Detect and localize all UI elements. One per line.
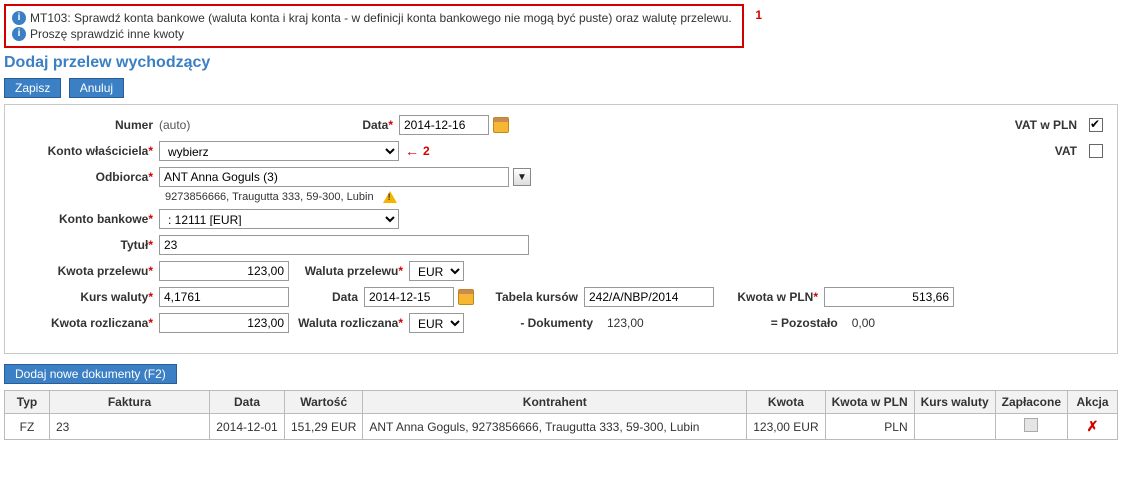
cell-date: 2014-12-01 xyxy=(210,414,285,440)
number-label: Numer xyxy=(19,118,159,132)
documents-value: 123,00 xyxy=(607,316,644,330)
col-type: Typ xyxy=(5,391,50,414)
remaining-value: 0,00 xyxy=(852,316,875,330)
notice-text-1: MT103: Sprawdź konta bankowe (waluta kon… xyxy=(30,10,732,26)
date-label: Data* xyxy=(359,118,399,132)
col-action: Akcja xyxy=(1068,391,1118,414)
amount-pln-input[interactable] xyxy=(824,287,954,307)
page-title: Dodaj przelew wychodzący xyxy=(4,54,1118,72)
vat-pln-checkbox[interactable] xyxy=(1089,118,1103,132)
bank-account-label: Konto bankowe* xyxy=(19,212,159,226)
arrow-left-icon: ← xyxy=(405,143,419,159)
form-panel: Numer (auto) Data* VAT w PLN Konto właśc… xyxy=(4,104,1118,354)
remaining-label: = Pozostało xyxy=(644,316,844,330)
info-icon: i xyxy=(12,27,26,41)
callout-2: 2 xyxy=(423,144,430,158)
date2-label: Data xyxy=(289,290,364,304)
table-row[interactable]: FZ 23 2014-12-01 151,29 EUR ANT Anna Gog… xyxy=(5,414,1118,440)
col-date: Data xyxy=(210,391,285,414)
cell-invoice: 23 xyxy=(50,414,210,440)
rate-table-input[interactable] xyxy=(584,287,714,307)
callout-1: 1 xyxy=(755,8,762,22)
toolbar: Zapisz Anuluj xyxy=(4,78,1118,98)
delete-icon[interactable]: ✗ xyxy=(1087,418,1099,434)
rate-table-label: Tabela kursów xyxy=(474,290,584,304)
date-input[interactable] xyxy=(399,115,489,135)
recipient-label: Odbiorca* xyxy=(19,170,159,184)
title-input[interactable] xyxy=(159,235,529,255)
settled-amount-input[interactable] xyxy=(159,313,289,333)
rate-input[interactable] xyxy=(159,287,289,307)
transfer-amount-label: Kwota przelewu* xyxy=(19,264,159,278)
info-icon: i xyxy=(12,11,26,25)
col-value: Wartość xyxy=(285,391,363,414)
calendar-icon[interactable] xyxy=(458,289,474,305)
date2-input[interactable] xyxy=(364,287,454,307)
transfer-currency-select[interactable]: EUR xyxy=(409,261,464,281)
notice-text-2: Proszę sprawdzić inne kwoty xyxy=(30,26,184,42)
number-value: (auto) xyxy=(159,118,359,132)
warning-icon xyxy=(383,191,397,203)
cell-value: 151,29 EUR xyxy=(285,414,363,440)
notice-box: i MT103: Sprawdź konta bankowe (waluta k… xyxy=(4,4,744,48)
documents-label: - Dokumenty xyxy=(464,316,599,330)
cell-rate xyxy=(914,414,995,440)
cell-paid xyxy=(995,414,1067,440)
settled-currency-select[interactable]: EUR xyxy=(409,313,464,333)
transfer-currency-label: Waluta przelewu* xyxy=(289,264,409,278)
paid-checkbox xyxy=(1024,418,1038,432)
col-amount-pln: Kwota w PLN xyxy=(825,391,914,414)
documents-table: Typ Faktura Data Wartość Kontrahent Kwot… xyxy=(4,390,1118,440)
rate-label: Kurs waluty* xyxy=(19,290,159,304)
arrow-down-icon[interactable]: ▼ xyxy=(513,168,531,186)
recipient-input[interactable] xyxy=(159,167,509,187)
calendar-icon[interactable] xyxy=(493,117,509,133)
cell-contractor: ANT Anna Goguls, 9273856666, Traugutta 3… xyxy=(363,414,747,440)
recipient-detail: 9273856666, Traugutta 333, 59-300, Lubin xyxy=(165,191,1103,203)
cancel-button[interactable]: Anuluj xyxy=(69,78,124,98)
cell-amount-pln: PLN xyxy=(825,414,914,440)
col-contractor: Kontrahent xyxy=(363,391,747,414)
amount-pln-label: Kwota w PLN* xyxy=(714,290,824,304)
cell-type: FZ xyxy=(5,414,50,440)
col-invoice: Faktura xyxy=(50,391,210,414)
save-button[interactable]: Zapisz xyxy=(4,78,61,98)
title-label: Tytuł* xyxy=(19,238,159,252)
cell-amount: 123,00 EUR xyxy=(747,414,825,440)
bank-account-select[interactable]: : 12111 [EUR] xyxy=(159,209,399,229)
vat-label: VAT xyxy=(1055,144,1083,158)
col-amount: Kwota xyxy=(747,391,825,414)
col-rate: Kurs waluty xyxy=(914,391,995,414)
vat-checkbox[interactable] xyxy=(1089,144,1103,158)
cell-action: ✗ xyxy=(1068,414,1118,440)
settled-amount-label: Kwota rozliczana* xyxy=(19,316,159,330)
settled-currency-label: Waluta rozliczana* xyxy=(289,316,409,330)
owner-account-label: Konto właściciela* xyxy=(19,144,159,158)
vat-pln-label: VAT w PLN xyxy=(1015,118,1083,132)
col-paid: Zapłacone xyxy=(995,391,1067,414)
transfer-amount-input[interactable] xyxy=(159,261,289,281)
add-docs-button[interactable]: Dodaj nowe dokumenty (F2) xyxy=(4,364,177,384)
owner-account-select[interactable]: wybierz xyxy=(159,141,399,161)
